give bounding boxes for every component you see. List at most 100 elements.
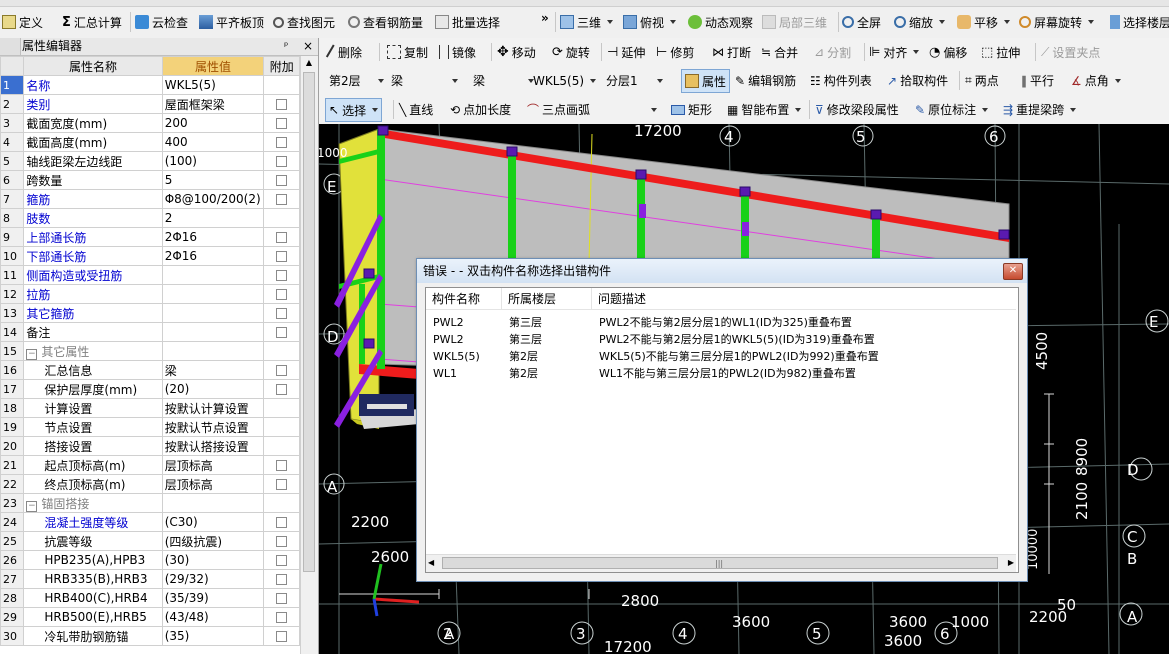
property-value[interactable]: (35/39) bbox=[161, 588, 265, 608]
property-row[interactable]: 15− 其它属性 bbox=[0, 341, 300, 361]
property-value[interactable] bbox=[161, 303, 265, 323]
additional-checkbox[interactable] bbox=[276, 289, 288, 300]
property-value[interactable]: (四级抗震) bbox=[161, 531, 265, 551]
property-row[interactable]: 19 节点设置 按默认节点设置 bbox=[0, 417, 300, 437]
floor-select-button[interactable]: 选择楼层 bbox=[1110, 9, 1169, 35]
property-row[interactable]: 25 抗震等级 (四级抗震) bbox=[0, 531, 300, 551]
property-value[interactable]: 屋面框架梁 bbox=[161, 94, 265, 114]
property-row[interactable]: 23− 锚固搭接 bbox=[0, 493, 300, 513]
property-row[interactable]: 2 类别 屋面框架梁 bbox=[0, 94, 300, 114]
property-value[interactable]: 层顶标高 bbox=[161, 455, 265, 475]
additional-checkbox[interactable] bbox=[276, 612, 288, 623]
property-row[interactable]: 5 轴线距梁左边线距 (100) bbox=[0, 151, 300, 171]
collapse-icon[interactable]: − bbox=[26, 348, 38, 360]
hscroll-thumb[interactable]: ||| bbox=[442, 557, 998, 569]
additional-checkbox[interactable] bbox=[276, 460, 288, 471]
component-select[interactable]: WKL5(5) bbox=[533, 66, 605, 95]
additional-checkbox[interactable] bbox=[276, 384, 288, 395]
property-row[interactable]: 14 备注 bbox=[0, 322, 300, 342]
additional-checkbox[interactable] bbox=[276, 232, 288, 243]
type-select[interactable]: 梁 bbox=[473, 66, 539, 95]
additional-checkbox[interactable] bbox=[276, 631, 288, 642]
property-value[interactable]: (29/32) bbox=[161, 569, 265, 589]
parallel-button[interactable]: ∥ 平行 bbox=[1021, 66, 1054, 95]
view-rebar-button[interactable]: 查看钢筋量 bbox=[348, 9, 423, 35]
additional-checkbox[interactable] bbox=[276, 118, 288, 129]
property-row[interactable]: 7 箍筋 Φ8@100/200(2) bbox=[0, 189, 300, 209]
property-value[interactable]: 400 bbox=[161, 132, 265, 152]
line-button[interactable]: ╲ 直线 bbox=[399, 95, 433, 124]
toolbar-overflow[interactable]: » bbox=[541, 5, 549, 31]
property-row[interactable]: 30 冷轧带肋钢筋锚 (35) bbox=[0, 626, 300, 646]
error-list[interactable]: 构件名称 所属楼层 问题描述 PWL2 第三层 PWL2不能与第2层分层1的WL1(… bbox=[425, 287, 1019, 573]
extend-button[interactable]: ⊣ 延伸 bbox=[607, 38, 645, 66]
property-row[interactable]: 24 混凝土强度等级 (C30) bbox=[0, 512, 300, 532]
dialog-close-button[interactable]: ✕ bbox=[1003, 263, 1023, 280]
select-button[interactable]: ↖ 选择 bbox=[325, 98, 383, 122]
align-slab-button[interactable]: 平齐板顶 bbox=[199, 9, 264, 35]
property-value[interactable]: Φ8@100/200(2) bbox=[161, 189, 265, 209]
edit-rebar-button[interactable]: ✎ 编辑钢筋 bbox=[735, 66, 796, 95]
error-row[interactable]: WKL5(5) 第2层 WKL5(5)不能与第三层分层1的PWL2(ID为992)重… bbox=[426, 348, 1016, 365]
property-value[interactable]: (20) bbox=[161, 379, 265, 399]
property-value[interactable]: (35) bbox=[161, 626, 265, 646]
additional-checkbox[interactable] bbox=[276, 251, 288, 262]
additional-checkbox[interactable] bbox=[276, 99, 288, 110]
additional-checkbox[interactable] bbox=[276, 270, 288, 281]
property-value[interactable]: 2Φ16 bbox=[161, 246, 265, 266]
rotate-screen-button[interactable]: 屏幕旋转 bbox=[1019, 9, 1095, 35]
delete-button[interactable]: 删除 bbox=[325, 38, 362, 66]
property-scrollbar[interactable]: ▲ bbox=[300, 56, 318, 654]
property-value[interactable]: 5 bbox=[161, 170, 265, 190]
additional-checkbox[interactable] bbox=[276, 194, 288, 205]
property-row[interactable]: 18 计算设置 按默认计算设置 bbox=[0, 398, 300, 418]
property-value[interactable]: 按默认搭接设置 bbox=[161, 436, 265, 456]
batch-select-button[interactable]: 批量选择 bbox=[435, 9, 500, 35]
find-element-button[interactable]: 查找图元 bbox=[273, 9, 335, 35]
additional-checkbox[interactable] bbox=[276, 175, 288, 186]
property-row[interactable]: 3 截面宽度(mm) 200 bbox=[0, 113, 300, 133]
property-row[interactable]: 27 HRB335(B),HRB3 (29/32) bbox=[0, 569, 300, 589]
scroll-thumb[interactable] bbox=[303, 72, 315, 572]
re-extract-span-button[interactable]: ⇶ 重提梁跨 bbox=[1003, 95, 1077, 124]
property-row[interactable]: 26 HPB235(A),HPB3 (30) bbox=[0, 550, 300, 570]
additional-checkbox[interactable] bbox=[276, 156, 288, 167]
column-component-name[interactable]: 构件名称 bbox=[426, 288, 502, 310]
component-list-button[interactable]: ☷ 构件列表 bbox=[810, 66, 872, 95]
floor-select[interactable]: 第2层 bbox=[329, 66, 389, 95]
collapse-icon[interactable]: − bbox=[26, 500, 38, 512]
rectangle-button[interactable]: 矩形 bbox=[671, 95, 712, 124]
in-situ-annotation-button[interactable]: ✎ 原位标注 bbox=[915, 95, 989, 124]
trim-button[interactable]: ⊢ 修剪 bbox=[656, 38, 694, 66]
property-row[interactable]: 1 名称 WKL5(5) bbox=[0, 75, 300, 95]
property-row[interactable]: 9 上部通长筋 2Φ16 bbox=[0, 227, 300, 247]
error-row[interactable]: WL1 第2层 WL1不能与第三层分层1的PWL2(ID为982)重叠布置 bbox=[426, 365, 1016, 382]
property-row[interactable]: 10 下部通长筋 2Φ16 bbox=[0, 246, 300, 266]
point-length-button[interactable]: ⟲ 点加长度 bbox=[450, 95, 511, 124]
fullscreen-button[interactable]: 全屏 bbox=[842, 9, 881, 35]
grip-set-button[interactable]: ⟋ 设置夹点 bbox=[1041, 38, 1100, 66]
additional-checkbox[interactable] bbox=[276, 555, 288, 566]
property-value[interactable]: (30) bbox=[161, 550, 265, 570]
property-row[interactable]: 17 保护层厚度(mm) (20) bbox=[0, 379, 300, 399]
zoom-button[interactable]: 缩放 bbox=[894, 9, 946, 35]
property-row[interactable]: 28 HRB400(C),HRB4 (35/39) bbox=[0, 588, 300, 608]
pan-button[interactable]: 平移 bbox=[957, 9, 1011, 35]
merge-button[interactable]: ≒ 合并 bbox=[761, 38, 798, 66]
property-value[interactable]: 层顶标高 bbox=[161, 474, 265, 494]
additional-checkbox[interactable] bbox=[276, 137, 288, 148]
additional-checkbox[interactable] bbox=[276, 479, 288, 490]
point-angle-button[interactable]: ∡ 点角 bbox=[1071, 66, 1121, 95]
three-point-arc-button[interactable]: ⌒ 三点画弧 bbox=[527, 95, 665, 124]
property-value[interactable]: 2Φ16 bbox=[161, 227, 265, 247]
property-value[interactable]: 按默认节点设置 bbox=[161, 417, 265, 437]
sublayer-select[interactable]: 分层1 bbox=[606, 66, 676, 95]
top-view-button[interactable]: 俯视 bbox=[623, 9, 677, 35]
break-button[interactable]: ⋈ 打断 bbox=[712, 38, 751, 66]
orbit-button[interactable]: 动态观察 bbox=[688, 9, 753, 35]
property-value[interactable]: WKL5(5) bbox=[161, 75, 265, 95]
additional-checkbox[interactable] bbox=[276, 365, 288, 376]
cloud-check-button[interactable]: 云检查 bbox=[135, 9, 188, 35]
3d-button[interactable]: 三维 bbox=[560, 9, 614, 35]
summary-calc-button[interactable]: Σ 汇总计算 bbox=[62, 9, 122, 35]
